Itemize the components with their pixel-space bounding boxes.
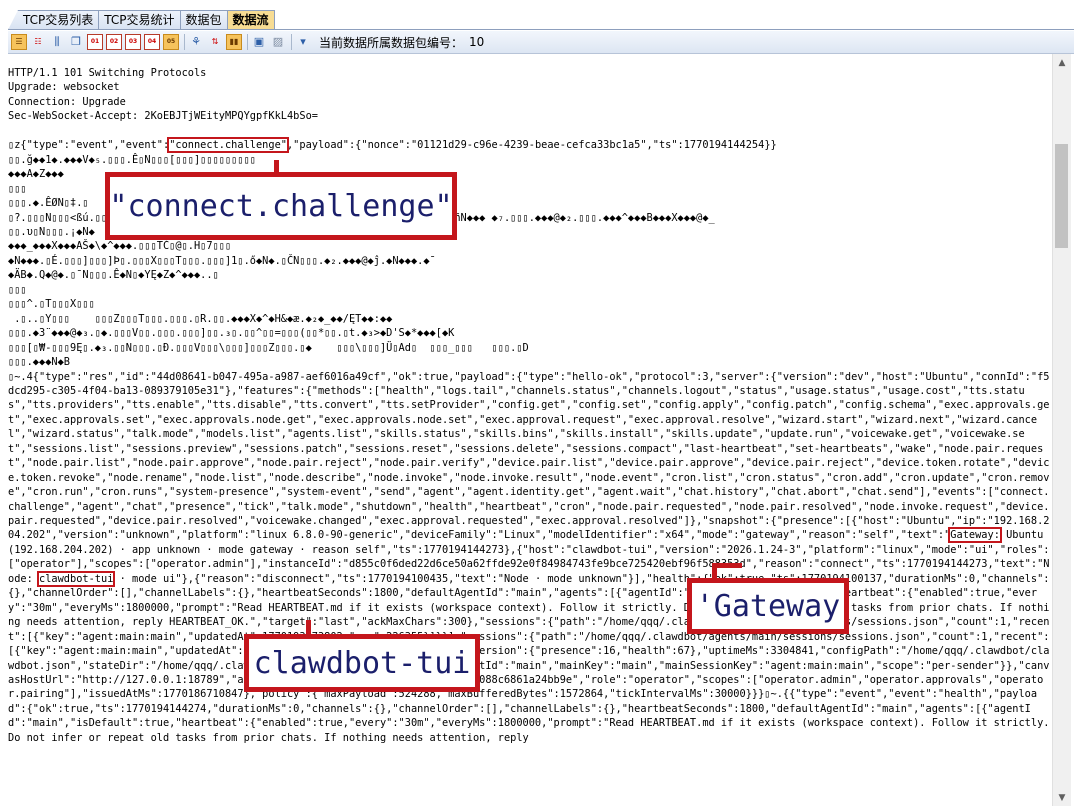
export-icon[interactable]: ▾ [295, 34, 311, 50]
highlight-connect-challenge: "connect.challenge" [167, 137, 289, 154]
highlight-gateway: Gateway: [948, 527, 1002, 544]
align-left-icon[interactable]: ☰ [11, 34, 27, 50]
stream-line: Connection: Upgrade [8, 95, 126, 108]
tab-data-stream[interactable]: 数据流 [226, 10, 275, 30]
stream-line: ▯▯▯^.▯T▯▯▯X▯▯▯ [8, 298, 95, 311]
stream-line: ▯▯▯[▯₩-▯▯▯9Ę▯.◆₃.▯▯N▯▯▯.▯Ð.▯▯▯V▯▯▯\▯▯▯]▯… [8, 341, 529, 354]
columns-icon[interactable]: ⫼ [49, 34, 65, 50]
callout-connect-challenge: "connect.challenge" [105, 172, 457, 240]
stream-segment: ▯~.4{"type":"res","id":"44d08641-b047-49… [8, 370, 1050, 542]
stream-line: ▯~.4{"type":"res","id":"44d08641-b047-49… [8, 370, 1052, 746]
callout-gateway: 'Gateway [687, 578, 849, 634]
toolbar-separator [184, 34, 185, 50]
scroll-up-icon[interactable]: ▲ [1053, 54, 1071, 71]
packet-number-label: 当前数据所属数据包编号： [319, 35, 464, 50]
tab-list: TCP交易列表 TCP交易统计 数据包 数据流 [7, 10, 275, 30]
scroll-down-icon[interactable]: ▼ [1053, 789, 1071, 806]
raw-view-icon[interactable]: 04 [144, 34, 160, 50]
callout-connector [712, 563, 742, 568]
stream-line: ▯▯▯.◆◆◆N◆B [8, 356, 70, 369]
toolbar: ☰ ☷ ⫼ ❐ 01 02 03 04 05 ⚘ ⇅ ▮▮ ▣ ▨ ▾ 当前数据… [8, 31, 1074, 54]
stream-line: ◆ÄB◆.Q◆@◆.▯¯N▯▯▯.Ê◆N▯◆YĘ◆Z◆^◆◆◆..▯ [8, 269, 219, 282]
stream-line: ◆◆◆_◆◆◆X◆◆◆AŠ◆\◆^◆◆◆.▯▯▯TĆ▯@▯.Ḣ▯7▯▯▯ [8, 240, 232, 253]
stream-line: ▯z{"type":"event","event":"connect.chall… [8, 137, 1052, 154]
tab-packets[interactable]: 数据包 [179, 10, 228, 30]
stream-text: HTTP/1.1 101 Switching Protocols Upgrade:… [8, 66, 1052, 745]
stream-line: ◆N◆◆◆.▯É.▯▯▯]▯▯▯]Þ▯.▯▯▯X▯▯▯T▯▯▯.▯▯▯]1▯.ő… [8, 254, 436, 267]
stream-line: .▯..▯Y▯▯▯ ▯▯▯Z▯▯▯T▯▯▯.▯▯▯.▯R.▯▯.◆◆◆X◆^◆H… [8, 312, 393, 325]
stream-line: ▯▯.ğ◆◆1◆.◆◆◆V◆₅.▯▯▯.Ê▯N▯▯▯[▯▯▯]▯▯▯▯▯▯▯▯▯ [8, 153, 256, 166]
image-icon[interactable]: ▨ [270, 34, 286, 50]
vertical-scrollbar[interactable]: ▲ ▼ [1052, 54, 1071, 806]
stream-line: ▯▯▯.◆3̈ ◆◆◆@◆₃.▯◆.▯▯▯V▯▯.▯▯▯.▯▯▯]▯▯.₃▯.▯… [8, 327, 455, 340]
callout-clawdbot-tui: clawdbot-tui [244, 634, 480, 692]
event-suffix: ,"payload":{"nonce":"01121d29-c96e-4239-… [286, 139, 777, 152]
tab-divider [8, 29, 1074, 30]
stream-line: Sec-WebSocket-Accept: 2KoEBJTjWEityMPQYg… [8, 110, 318, 123]
stream-segment: · mode ui"},{"reason":"disconnect","ts":… [8, 572, 1050, 744]
stream-line: ▯▯▯ [8, 283, 27, 296]
stream-line: Upgrade: websocket [8, 81, 120, 94]
tab-tcp-transaction-list[interactable]: TCP交易列表 [7, 10, 100, 30]
sort-icon[interactable]: ⇅ [207, 34, 223, 50]
tab-strip: TCP交易列表 TCP交易统计 数据包 数据流 [0, 0, 1080, 30]
toolbar-separator [247, 34, 248, 50]
text-view-icon[interactable]: 02 [106, 34, 122, 50]
data-stream-view[interactable]: HTTP/1.1 101 Switching Protocols Upgrade:… [8, 54, 1052, 806]
event-prefix: ▯z{"type":"event","event": [8, 139, 170, 152]
highlight-clawdbot-tui: clawdbot-tui [36, 570, 116, 587]
chart-icon[interactable]: ▮▮ [226, 34, 242, 50]
scroll-thumb[interactable] [1055, 144, 1068, 248]
tab-tcp-transaction-stats[interactable]: TCP交易统计 [98, 10, 181, 30]
toolbar-separator [291, 34, 292, 50]
align-split-icon[interactable]: ☷ [30, 34, 46, 50]
frame-icon[interactable]: ▣ [251, 34, 267, 50]
stream-line [8, 124, 1052, 138]
stream-line: HTTP/1.1 101 Switching Protocols [8, 67, 207, 79]
tree-icon[interactable]: ⚘ [188, 34, 204, 50]
binary-view-icon[interactable]: 03 [125, 34, 141, 50]
decode-view-icon[interactable]: 05 [163, 34, 179, 50]
hex-view-icon[interactable]: 01 [87, 34, 103, 50]
packet-number-value: 10 [469, 35, 485, 49]
copy-icon[interactable]: ❐ [68, 34, 84, 50]
